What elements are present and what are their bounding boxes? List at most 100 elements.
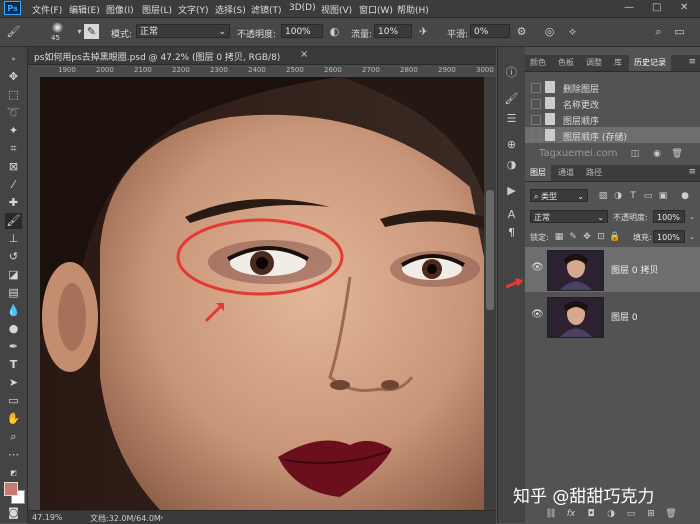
brush-tool-icon[interactable]: 🖌 xyxy=(5,213,22,229)
history-item[interactable]: 名称更改 xyxy=(525,95,700,111)
layer-opacity-field[interactable]: 100% xyxy=(653,210,685,223)
filter-toggle-icon[interactable]: ● xyxy=(679,190,691,202)
foreground-color-swatch[interactable] xyxy=(4,482,18,496)
checkbox[interactable] xyxy=(531,99,541,109)
panel-menu-icon[interactable]: ≡ xyxy=(688,167,696,177)
rectangle-tool-icon[interactable]: ▭ xyxy=(5,393,22,409)
eraser-tool-icon[interactable]: ◪ xyxy=(5,267,22,283)
menu-layer[interactable]: 图层(L) xyxy=(142,3,172,16)
clone-source-icon[interactable]: ⊕ xyxy=(503,137,520,153)
menu-select[interactable]: 选择(S) xyxy=(215,3,246,16)
add-mask-icon[interactable]: ◘ xyxy=(585,508,597,520)
lock-image-icon[interactable]: ✎ xyxy=(567,231,579,243)
pressure-opacity-icon[interactable]: ◐ xyxy=(327,24,342,39)
adjustments-icon[interactable]: ◑ xyxy=(503,157,520,173)
checkbox[interactable] xyxy=(531,131,541,141)
smoothing-field[interactable]: 0% xyxy=(470,24,510,38)
opacity-field[interactable]: 100% xyxy=(281,24,323,38)
pressure-size-icon[interactable]: ◎ xyxy=(542,24,557,39)
new-document-from-state-icon[interactable]: ◫ xyxy=(629,148,641,160)
mode-select[interactable]: 正常 ⌄ xyxy=(136,24,230,38)
checkbox[interactable] xyxy=(531,115,541,125)
document-tab[interactable]: ps如何用ps去掉黑眼圈.psd @ 47.2% (图层 0 拷贝, RGB/8… xyxy=(28,47,496,65)
menu-3d[interactable]: 3D(D) xyxy=(289,3,316,13)
actions-icon[interactable]: ▶ xyxy=(503,183,520,199)
menu-window[interactable]: 窗口(W) xyxy=(359,3,393,16)
fill-field[interactable]: 100% xyxy=(653,230,685,243)
collapse-icon[interactable]: » xyxy=(5,51,22,67)
lock-artboard-icon[interactable]: ⊡ xyxy=(595,231,607,243)
camera-icon[interactable]: ◉ xyxy=(651,148,663,160)
chevron-down-icon[interactable]: ⌄ xyxy=(686,211,698,223)
crop-tool-icon[interactable]: ⌗ xyxy=(5,141,22,157)
history-brush-tool-icon[interactable]: ↺ xyxy=(5,249,22,265)
zoom-tool-icon[interactable]: ⌕ xyxy=(5,429,22,445)
blend-mode-select[interactable]: 正常 ⌄ xyxy=(530,210,608,223)
layer-kind-filter[interactable]: ⌕ 类型 ⌄ xyxy=(530,189,588,202)
pen-tool-icon[interactable]: ✒ xyxy=(5,339,22,355)
properties-icon[interactable]: ☰ xyxy=(503,111,520,127)
scrollbar-thumb[interactable] xyxy=(486,190,494,310)
gradient-tool-icon[interactable]: ▤ xyxy=(5,285,22,301)
tab-adjustments[interactable]: 调整 xyxy=(581,55,607,71)
menu-edit[interactable]: 编辑(E) xyxy=(69,3,100,16)
shape-filter-icon[interactable]: ▭ xyxy=(642,190,654,202)
lock-position-icon[interactable]: ✥ xyxy=(581,231,593,243)
type-filter-icon[interactable]: T xyxy=(627,190,639,202)
paragraph-icon[interactable]: ¶ xyxy=(503,225,520,241)
adjustment-filter-icon[interactable]: ◑ xyxy=(612,190,624,202)
chevron-right-icon[interactable]: › xyxy=(160,513,163,522)
path-select-tool-icon[interactable]: ➤ xyxy=(5,375,22,391)
move-tool-icon[interactable]: ✥ xyxy=(5,69,22,85)
symmetry-icon[interactable]: ⟡ xyxy=(565,24,580,39)
eyedropper-tool-icon[interactable]: ⁄ xyxy=(5,177,22,193)
trash-icon[interactable]: 🗑 xyxy=(665,508,677,520)
character-icon[interactable]: A xyxy=(503,207,520,223)
menu-type[interactable]: 文字(Y) xyxy=(178,3,209,16)
checkbox[interactable] xyxy=(531,83,541,93)
frame-tool-icon[interactable]: ⊠ xyxy=(5,159,22,175)
panel-menu-icon[interactable]: ≡ xyxy=(688,57,696,67)
info-icon[interactable]: ⓘ xyxy=(503,65,520,81)
brush-preset-picker[interactable]: 45 xyxy=(46,21,70,43)
new-layer-icon[interactable]: ⊞ xyxy=(645,508,657,520)
tab-history[interactable]: 历史记录 xyxy=(629,55,671,71)
healing-brush-tool-icon[interactable]: ✚ xyxy=(5,195,22,211)
menu-file[interactable]: 文件(F) xyxy=(32,3,62,16)
minimize-button[interactable]: — xyxy=(624,2,634,13)
smart-object-filter-icon[interactable]: ▣ xyxy=(657,190,669,202)
brush-tool-icon[interactable]: 🖌 xyxy=(6,24,21,39)
tab-swatches[interactable]: 色板 xyxy=(553,55,579,71)
link-layers-icon[interactable]: ⛓ xyxy=(545,508,557,520)
type-tool-icon[interactable]: T xyxy=(5,357,22,373)
pixel-filter-icon[interactable]: ▨ xyxy=(597,190,609,202)
workspace-icon[interactable]: ▭ xyxy=(672,24,687,39)
dodge-tool-icon[interactable]: ● xyxy=(5,321,22,337)
chevron-down-icon[interactable]: ⌄ xyxy=(686,231,698,243)
close-window-button[interactable]: ✕ xyxy=(680,2,688,13)
airbrush-icon[interactable]: ✈ xyxy=(416,24,431,39)
default-colors-icon[interactable]: ◩ xyxy=(5,465,22,481)
flow-field[interactable]: 10% xyxy=(374,24,412,38)
menu-view[interactable]: 视图(V) xyxy=(321,3,352,16)
zoom-level[interactable]: 47.19% xyxy=(32,513,63,522)
history-item[interactable]: 删除图层 xyxy=(525,79,700,95)
maximize-button[interactable]: □ xyxy=(652,2,661,13)
layer-row[interactable]: 👁 图层 0 拷贝 xyxy=(525,247,700,292)
folder-icon[interactable]: ▭ xyxy=(625,508,637,520)
eye-icon[interactable]: 👁 xyxy=(531,262,544,274)
adjustment-layer-icon[interactable]: ◑ xyxy=(605,508,617,520)
trash-icon[interactable]: 🗑 xyxy=(671,148,683,160)
marquee-tool-icon[interactable]: ⬚ xyxy=(5,87,22,103)
brush-panel-icon[interactable]: 🖌 xyxy=(503,91,520,107)
more-tools-icon[interactable]: ⋯ xyxy=(5,447,22,463)
blur-tool-icon[interactable]: 💧 xyxy=(5,303,22,319)
lasso-tool-icon[interactable]: ➰ xyxy=(5,105,22,121)
search-icon[interactable]: ⌕ xyxy=(651,24,666,39)
close-document-button[interactable]: × xyxy=(300,49,308,60)
layer-style-icon[interactable]: fx xyxy=(565,508,577,520)
document-canvas[interactable] xyxy=(40,77,484,510)
eye-icon[interactable]: 👁 xyxy=(531,309,544,321)
tab-libraries[interactable]: 库 xyxy=(609,55,627,71)
quick-mask-icon[interactable]: ◙ xyxy=(5,505,22,521)
